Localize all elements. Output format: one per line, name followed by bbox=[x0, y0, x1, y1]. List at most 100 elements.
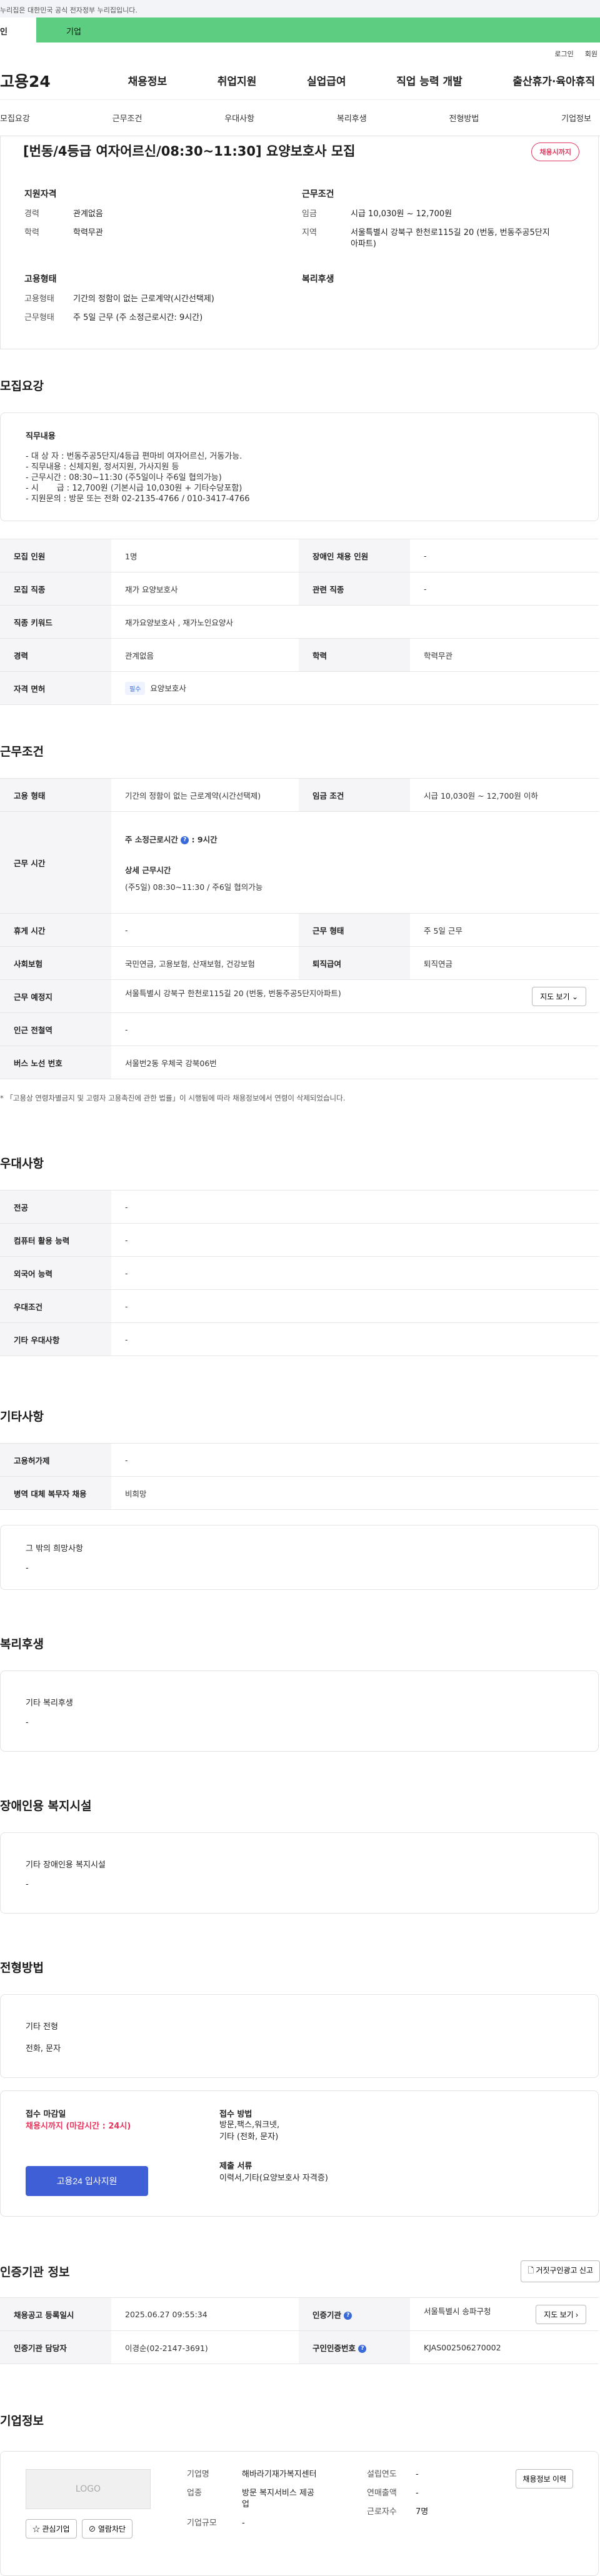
retirement-label: 퇴직급여 bbox=[299, 946, 410, 980]
job-type-value: 재가 요양보호사 bbox=[111, 572, 299, 606]
site-logo[interactable]: 고용24 bbox=[0, 69, 78, 92]
recruit-table: 모집 인원 1명 장애인 채용 인원 - 모집 직종 재가 요양보호사 관련 직종 - 직종… bbox=[0, 539, 599, 705]
map-view-button[interactable]: 지도 보기 ⌄ bbox=[532, 986, 586, 1006]
method-value-line1: 방문,팩스,워크넷, bbox=[219, 2120, 280, 2130]
military-label: 병역 대체 복무자 채용 bbox=[0, 1476, 111, 1510]
table-row: 컴퓨터 활용 능력 - bbox=[0, 1223, 599, 1257]
workplace-cell: 서울특별시 강북구 한천로115길 20 (번동, 번동주공5단지아파트) 지도 … bbox=[111, 979, 599, 1013]
license-cell: 필수 요양보호사 bbox=[111, 671, 599, 705]
gnb-menu-jobs[interactable]: 채용정보 bbox=[128, 72, 168, 88]
recruit-count-label: 모집 인원 bbox=[0, 539, 111, 572]
wage-label: 임금 조건 bbox=[299, 778, 410, 812]
qual-edu-label: 학력 bbox=[24, 228, 39, 237]
process-label: 기타 전형 bbox=[26, 2022, 58, 2032]
pref-computer-value: - bbox=[111, 1223, 599, 1257]
anchor-process[interactable]: 전형방법 bbox=[449, 112, 479, 124]
emp-type-label-2: 고용 형태 bbox=[0, 778, 111, 812]
anchor-pref[interactable]: 우대사항 bbox=[224, 112, 254, 124]
report-fake-ad-button[interactable]: 🗋 거짓구인광고 신고 bbox=[521, 2260, 600, 2282]
hiring-history-button[interactable]: 채용정보 이력 bbox=[516, 2469, 573, 2489]
job-summary-card: [번동/4등급 여자어르신/08:30~11:30] 요양보호사 모집 채용시까… bbox=[0, 136, 599, 349]
interest-company-button[interactable]: ☆ 관심기업 bbox=[26, 2519, 77, 2539]
education-value: 학력무관 bbox=[410, 638, 599, 672]
star-icon: ☆ bbox=[32, 2525, 41, 2534]
hope-box: 그 밖의 희망사항 - bbox=[0, 1525, 599, 1590]
method-value: 방문,팩스,워크넷, 기타 (전화, 문자) bbox=[219, 2119, 328, 2143]
docs-label: 제출 서류 bbox=[219, 2162, 252, 2171]
industry-label: 업종 bbox=[187, 2489, 202, 2498]
info-icon[interactable]: ? bbox=[358, 2344, 367, 2353]
table-row: 경력 관계없음 학력 학력무관 bbox=[0, 638, 599, 672]
audience-tabs: 인 기업 bbox=[0, 17, 600, 42]
disabled-count-label: 장애인 채용 인원 bbox=[299, 539, 410, 572]
gnb-menu-employment-support[interactable]: 취업지원 bbox=[218, 72, 257, 88]
eps-value: - bbox=[111, 1443, 599, 1477]
table-row: 병역 대체 복무자 채용 비희망 bbox=[0, 1476, 599, 1510]
retirement-value: 퇴직연금 bbox=[410, 946, 599, 980]
chevron-right-icon: › bbox=[576, 2310, 578, 2319]
table-row: 인증기관 담당자 이경순(02-2147-3691) 구인인증번호 ? KJAS002… bbox=[0, 2330, 599, 2364]
chevron-down-icon: ⌄ bbox=[571, 992, 578, 1001]
cert-org-cell: 인증기관 ? bbox=[299, 2297, 410, 2331]
gnb-menu-leave[interactable]: 출산휴가·육아휴직 bbox=[512, 72, 595, 88]
welfare-value: - bbox=[26, 1718, 29, 1727]
disabled-section-title: 장애인용 복지시설 bbox=[0, 1799, 92, 1813]
company-scale-value: - bbox=[242, 2519, 245, 2528]
tab-individual[interactable]: 인 bbox=[0, 17, 36, 42]
process-section-title: 전형방법 bbox=[0, 1961, 44, 1975]
tab-company[interactable]: 기업 bbox=[36, 17, 600, 42]
duty-label: 직무내용 bbox=[26, 432, 56, 441]
info-icon[interactable]: ? bbox=[344, 2311, 352, 2320]
anchor-recruit[interactable]: 모집요강 bbox=[0, 112, 30, 124]
table-row: 기타 우대사항 - bbox=[0, 1322, 599, 1356]
method-label: 접수 방법 bbox=[219, 2110, 252, 2119]
emp-type-label: 고용형태 bbox=[24, 294, 54, 304]
hours-cell: 주 소정근로시간 ? : 9시간 상세 근무시간 (주5일) 08:30~11:… bbox=[111, 811, 599, 914]
info-icon[interactable]: ? bbox=[181, 836, 189, 844]
pref-section-title: 우대사항 bbox=[0, 1157, 44, 1171]
block-view-label: 열람차단 bbox=[98, 2525, 126, 2534]
apply-button[interactable]: 고용24 입사지원 bbox=[26, 2166, 148, 2196]
block-view-button[interactable]: ⊘ 열람차단 bbox=[81, 2519, 133, 2539]
table-row: 고용 형태 기간의 정함이 없는 근로계약(시간선택제) 임금 조건 시급 10,03… bbox=[0, 778, 599, 812]
cond-wage-value: 시급 10,030원 ~ 12,700원 bbox=[351, 209, 452, 219]
apply-box: 접수 마감일 채용시까지 (마감시간 : 24시) 고용24 입사지원 접수 방… bbox=[0, 2090, 599, 2217]
company-logo: LOGO bbox=[26, 2469, 151, 2509]
employees-value: 7명 bbox=[416, 2507, 429, 2517]
emp-type-value: 기간의 정함이 없는 근로계약(시간선택제) bbox=[73, 294, 214, 304]
login-link[interactable]: 로그인 bbox=[554, 49, 573, 61]
work-form-label: 근무 형태 bbox=[299, 913, 410, 947]
cert-map-button[interactable]: 지도 보기 › bbox=[536, 2304, 586, 2324]
block-icon: ⊘ bbox=[88, 2525, 96, 2534]
company-box: LOGO ☆ 관심기업 ⊘ 열람차단 기업명 해바라기재가복지센터 업종 방문 복지… bbox=[0, 2451, 599, 2576]
emp-form-label: 근무형태 bbox=[24, 313, 54, 322]
hours-main-label: 주 소정근로시간 bbox=[125, 834, 178, 844]
cert-section-title: 인증기관 정보 bbox=[0, 2265, 70, 2279]
bus-label: 버스 노선 번호 bbox=[0, 1046, 111, 1079]
station-label: 인근 전철역 bbox=[0, 1012, 111, 1046]
signup-link[interactable]: 회원 bbox=[585, 49, 598, 61]
cond-area-label: 지역 bbox=[302, 228, 317, 237]
report-fake-ad-label: 거짓구인광고 신고 bbox=[536, 2266, 593, 2275]
anchor-welfare[interactable]: 복리후생 bbox=[337, 112, 367, 124]
global-nav: 고용24 채용정보 취업지원 실업급여 직업 능력 개발 출산휴가·육아휴직 bbox=[0, 61, 600, 100]
cert-org-value: 서울특별시 송파구청 bbox=[424, 2306, 491, 2316]
eps-label: 고용허가제 bbox=[0, 1443, 111, 1477]
hours-label: 근무 시간 bbox=[0, 811, 111, 914]
anchor-work[interactable]: 근무조건 bbox=[112, 112, 142, 124]
work-table: 고용 형태 기간의 정함이 없는 근로계약(시간선택제) 임금 조건 시급 10,03… bbox=[0, 778, 599, 1079]
work-form-value: 주 5일 근무 bbox=[410, 913, 599, 947]
company-name-value: 해바라기재가복지센터 bbox=[242, 2470, 317, 2479]
emp-heading: 고용형태 bbox=[24, 274, 57, 284]
recruit-count-value: 1명 bbox=[111, 539, 299, 572]
deadline-badge: 채용시까지 bbox=[531, 142, 579, 161]
welfare-box: 기타 복리후생 - bbox=[0, 1670, 599, 1752]
anchor-company[interactable]: 기업정보 bbox=[561, 112, 591, 124]
hours-detail-label: 상세 근무시간 bbox=[125, 865, 171, 875]
cond-wage-label: 임금 bbox=[302, 209, 317, 219]
section-anchor-nav: 모집요강 근무조건 우대사항 복리후생 전형방법 기업정보 bbox=[0, 100, 600, 136]
gnb-menu-unemployment-benefit[interactable]: 실업급여 bbox=[307, 72, 346, 88]
cond-area-value: 서울특별시 강북구 한천로115길 20 (번동, 번동주공5단지아파트) bbox=[351, 228, 550, 249]
job-title: [번동/4등급 여자어르신/08:30~11:30] 요양보호사 모집 bbox=[23, 144, 356, 159]
gnb-menu-skills[interactable]: 직업 능력 개발 bbox=[396, 72, 462, 88]
